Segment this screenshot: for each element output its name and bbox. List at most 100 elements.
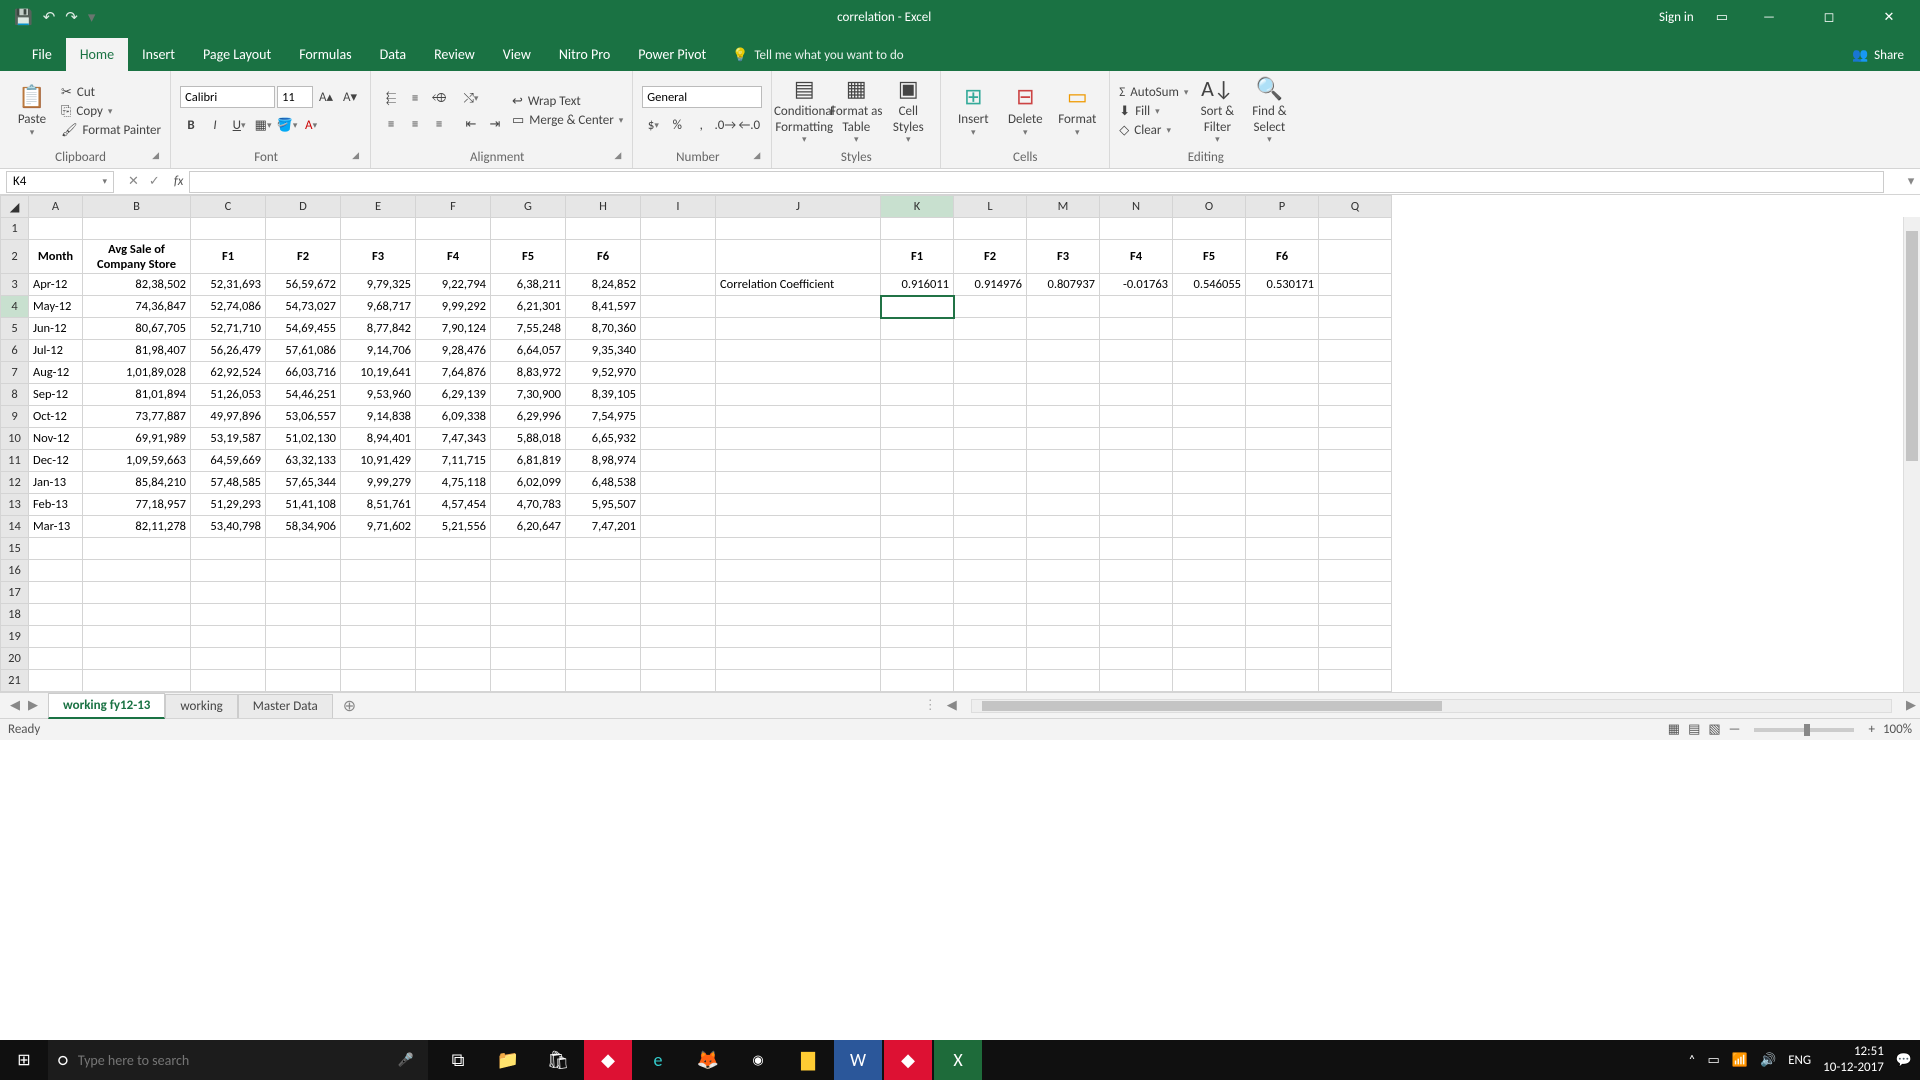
shrink-font-icon[interactable]: A▾ xyxy=(339,86,361,108)
format-cells-button[interactable]: ▭Format▾ xyxy=(1054,74,1100,148)
cell-N20[interactable] xyxy=(1100,648,1173,670)
cell-K5[interactable] xyxy=(881,318,954,340)
cell-K13[interactable] xyxy=(881,494,954,516)
cell-L21[interactable] xyxy=(954,670,1027,692)
share-button[interactable]: 👥 Share xyxy=(1836,40,1920,71)
cell-F15[interactable] xyxy=(416,538,491,560)
cell-D6[interactable]: 57,61,086 xyxy=(266,340,341,362)
zoom-level[interactable]: 100% xyxy=(1883,722,1912,737)
cell-K21[interactable] xyxy=(881,670,954,692)
maximize-button[interactable]: ◻ xyxy=(1810,10,1848,25)
cell-L16[interactable] xyxy=(954,560,1027,582)
cell-J5[interactable] xyxy=(716,318,881,340)
cell-C3[interactable]: 52,31,693 xyxy=(191,274,266,296)
excel-icon[interactable]: X xyxy=(934,1040,982,1080)
cell-L17[interactable] xyxy=(954,582,1027,604)
cell-J7[interactable] xyxy=(716,362,881,384)
cell-J15[interactable] xyxy=(716,538,881,560)
cell-P3[interactable]: 0.530171 xyxy=(1246,274,1319,296)
cell-C21[interactable] xyxy=(191,670,266,692)
tab-insert[interactable]: Insert xyxy=(128,38,189,71)
cell-P8[interactable] xyxy=(1246,384,1319,406)
taskbar-search[interactable]: ○ 🎤 xyxy=(48,1040,428,1080)
cell-F11[interactable]: 7,11,715 xyxy=(416,450,491,472)
cell-D7[interactable]: 66,03,716 xyxy=(266,362,341,384)
col-header-P[interactable]: P xyxy=(1246,196,1319,218)
cell-E7[interactable]: 10,19,641 xyxy=(341,362,416,384)
cell-M12[interactable] xyxy=(1027,472,1100,494)
cell-J18[interactable] xyxy=(716,604,881,626)
cell-Q20[interactable] xyxy=(1319,648,1392,670)
cell-J16[interactable] xyxy=(716,560,881,582)
tab-review[interactable]: Review xyxy=(420,38,489,71)
cell-E8[interactable]: 9,53,960 xyxy=(341,384,416,406)
cell-M8[interactable] xyxy=(1027,384,1100,406)
cell-J1[interactable] xyxy=(716,218,881,240)
cell-H16[interactable] xyxy=(566,560,641,582)
cell-M16[interactable] xyxy=(1027,560,1100,582)
cell-F1[interactable] xyxy=(416,218,491,240)
cell-K11[interactable] xyxy=(881,450,954,472)
cell-H6[interactable]: 9,35,340 xyxy=(566,340,641,362)
tab-nitro-pro[interactable]: Nitro Pro xyxy=(545,38,624,71)
cell-N13[interactable] xyxy=(1100,494,1173,516)
tab-page-layout[interactable]: Page Layout xyxy=(189,38,285,71)
cell-O4[interactable] xyxy=(1173,296,1246,318)
cell-E6[interactable]: 9,14,706 xyxy=(341,340,416,362)
cell-P12[interactable] xyxy=(1246,472,1319,494)
cell-Q2[interactable] xyxy=(1319,240,1392,274)
cell-B1[interactable] xyxy=(83,218,191,240)
cell-Q1[interactable] xyxy=(1319,218,1392,240)
cell-G3[interactable]: 6,38,211 xyxy=(491,274,566,296)
cell-E11[interactable]: 10,91,429 xyxy=(341,450,416,472)
cell-L12[interactable] xyxy=(954,472,1027,494)
row-header-8[interactable]: 8 xyxy=(1,384,29,406)
cell-N21[interactable] xyxy=(1100,670,1173,692)
cell-I15[interactable] xyxy=(641,538,716,560)
row-header-3[interactable]: 3 xyxy=(1,274,29,296)
align-middle-icon[interactable]: ≡ xyxy=(404,87,426,109)
fill-button[interactable]: ⬇Fill ▾ xyxy=(1119,104,1188,119)
cell-K17[interactable] xyxy=(881,582,954,604)
cell-B15[interactable] xyxy=(83,538,191,560)
cell-P4[interactable] xyxy=(1246,296,1319,318)
cell-P1[interactable] xyxy=(1246,218,1319,240)
close-button[interactable]: ✕ xyxy=(1870,10,1908,25)
cell-K6[interactable] xyxy=(881,340,954,362)
cell-P13[interactable] xyxy=(1246,494,1319,516)
cell-K19[interactable] xyxy=(881,626,954,648)
cell-O6[interactable] xyxy=(1173,340,1246,362)
align-left-icon[interactable]: ≡ xyxy=(380,113,402,135)
cell-G9[interactable]: 6,29,996 xyxy=(491,406,566,428)
alignment-dialog-icon[interactable]: ◢ xyxy=(614,150,621,161)
language-indicator[interactable]: ENG xyxy=(1788,1053,1811,1068)
format-as-table-button[interactable]: ▦Format as Table▾ xyxy=(833,74,879,148)
decrease-decimal-icon[interactable]: ←.0 xyxy=(738,114,760,136)
cell-K14[interactable] xyxy=(881,516,954,538)
file-explorer-icon[interactable]: 📁 xyxy=(484,1040,532,1080)
cell-C13[interactable]: 51,29,293 xyxy=(191,494,266,516)
cell-L15[interactable] xyxy=(954,538,1027,560)
cell-D10[interactable]: 51,02,130 xyxy=(266,428,341,450)
volume-icon[interactable]: 🔊 xyxy=(1760,1053,1776,1068)
cell-B7[interactable]: 1,01,89,028 xyxy=(83,362,191,384)
cell-D1[interactable] xyxy=(266,218,341,240)
row-header-6[interactable]: 6 xyxy=(1,340,29,362)
cell-C10[interactable]: 53,19,587 xyxy=(191,428,266,450)
cell-C12[interactable]: 57,48,585 xyxy=(191,472,266,494)
cell-L14[interactable] xyxy=(954,516,1027,538)
cell-G14[interactable]: 6,20,647 xyxy=(491,516,566,538)
app-icon-1[interactable]: ◆ xyxy=(584,1040,632,1080)
minimize-button[interactable]: — xyxy=(1750,10,1788,25)
cell-A7[interactable]: Aug-12 xyxy=(29,362,83,384)
cell-G12[interactable]: 6,02,099 xyxy=(491,472,566,494)
cell-A5[interactable]: Jun-12 xyxy=(29,318,83,340)
borders-button[interactable]: ▦ ▾ xyxy=(252,114,274,136)
cell-O2[interactable]: F5 xyxy=(1173,240,1246,274)
cell-A16[interactable] xyxy=(29,560,83,582)
cell-H20[interactable] xyxy=(566,648,641,670)
cut-button[interactable]: ✂Cut xyxy=(61,85,161,100)
cell-F7[interactable]: 7,64,876 xyxy=(416,362,491,384)
cell-M15[interactable] xyxy=(1027,538,1100,560)
cell-E9[interactable]: 9,14,838 xyxy=(341,406,416,428)
